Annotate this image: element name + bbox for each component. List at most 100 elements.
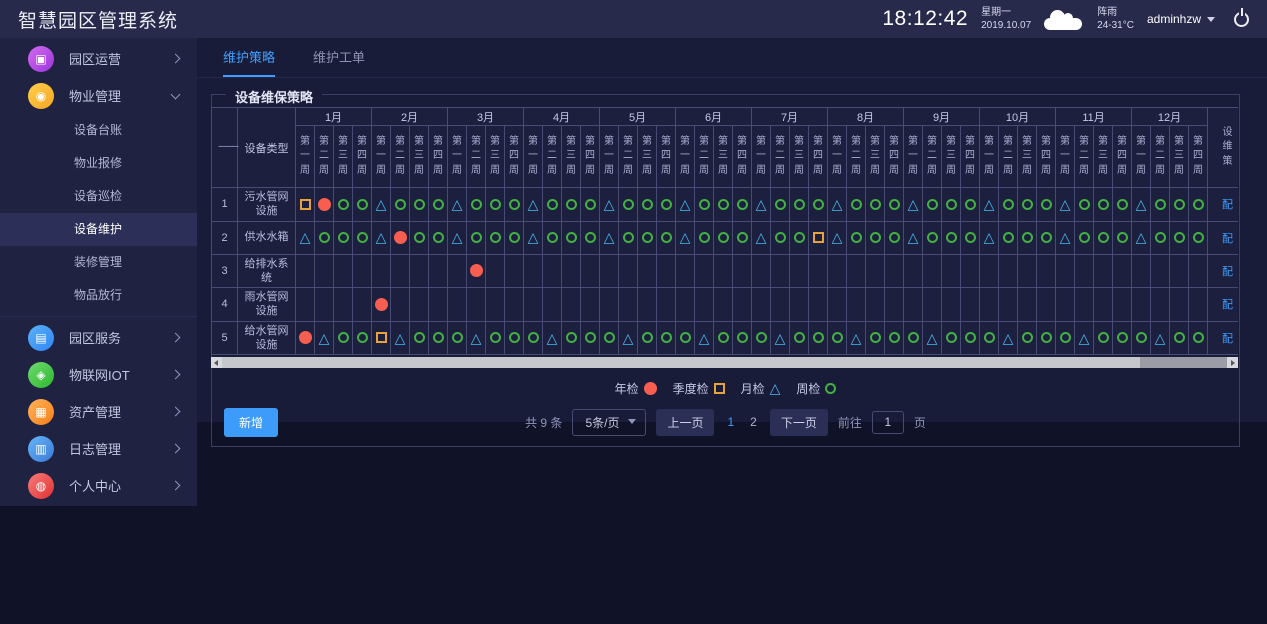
schedule-cell [372, 254, 391, 288]
weekly-check-marker [1174, 232, 1185, 243]
config-link[interactable]: 配 [1208, 321, 1238, 355]
weekly-check-marker [851, 232, 862, 243]
week-header: 第一周 [296, 126, 315, 188]
scroll-right-arrow-icon[interactable] [1227, 357, 1238, 368]
content-panel: 维护策略 维护工单 设备维保策略 ——设备类型1月2月3月4月5月6月7月8月9… [197, 38, 1267, 422]
index-column-header: —— [212, 108, 238, 188]
prev-page-button[interactable]: 上一页 [656, 409, 714, 436]
monthly-check-marker: △ [984, 197, 995, 211]
weekly-check-marker [452, 332, 463, 343]
schedule-cell [885, 221, 904, 254]
week-header: 第四周 [353, 126, 372, 188]
sidebar-item-item-release[interactable]: 物品放行 [0, 279, 197, 312]
horizontal-scrollbar[interactable] [211, 357, 1238, 368]
schedule-cell [942, 221, 961, 254]
schedule-cell [1018, 288, 1037, 322]
weekly-check-marker [642, 332, 653, 343]
weekly-check-marker [946, 199, 957, 210]
schedule-cell [581, 321, 600, 355]
weekly-check-marker [889, 232, 900, 243]
sidebar-item-asset-mgmt[interactable]: ▦ 资产管理 [0, 393, 197, 430]
config-link[interactable]: 配 [1208, 254, 1238, 288]
schedule-cell [391, 221, 410, 254]
schedule-cell [733, 221, 752, 254]
total-count: 共 9 条 [525, 414, 562, 431]
monthly-check-marker: △ [300, 230, 311, 244]
tab-maintenance-strategy[interactable]: 维护策略 [223, 47, 275, 77]
schedule-cell [1056, 321, 1075, 355]
month-header: 1月 [296, 108, 372, 126]
schedule-cell [1113, 188, 1132, 222]
schedule-cell [657, 254, 676, 288]
schedule-cell [505, 221, 524, 254]
config-link[interactable]: 配 [1208, 288, 1238, 322]
schedule-cell [714, 221, 733, 254]
schedule-cell [1075, 221, 1094, 254]
next-page-button[interactable]: 下一页 [770, 409, 828, 436]
weekly-check-marker [642, 232, 653, 243]
sidebar-item-device-maintenance[interactable]: 设备维护 [0, 213, 197, 246]
page-number-2[interactable]: 2 [747, 411, 760, 433]
sidebar-item-property-mgmt[interactable]: ◉ 物业管理 [0, 77, 197, 114]
schedule-cell: △ [524, 221, 543, 254]
park-service-icon: ▤ [28, 325, 54, 351]
sidebar-item-park-service[interactable]: ▤ 园区服务 [0, 319, 197, 356]
schedule-cell [1170, 254, 1189, 288]
weekly-check-marker [718, 332, 729, 343]
goto-page-input[interactable] [872, 411, 904, 434]
username: adminhzw [1147, 12, 1201, 26]
user-menu[interactable]: adminhzw [1147, 12, 1215, 26]
quarterly-check-icon [714, 383, 725, 394]
weekly-check-marker [965, 232, 976, 243]
config-link[interactable]: 配 [1208, 188, 1238, 222]
sidebar-item-park-operation[interactable]: ▣ 园区运营 [0, 40, 197, 77]
scroll-left-arrow-icon[interactable] [211, 357, 222, 368]
weekly-check-marker [794, 199, 805, 210]
month-header: 11月 [1056, 108, 1132, 126]
schedule-cell [429, 254, 448, 288]
schedule-cell [942, 288, 961, 322]
schedule-cell [1094, 188, 1113, 222]
sidebar-item-personal-center[interactable]: ◍ 个人中心 [0, 467, 197, 504]
schedule-cell: △ [600, 221, 619, 254]
schedule-cell [296, 188, 315, 222]
table-row: 2供水水箱△△△△△△△△△△△△配 [212, 221, 1239, 254]
annual-check-marker [375, 298, 388, 311]
schedule-cell [847, 188, 866, 222]
add-button[interactable]: 新增 [224, 408, 278, 437]
schedule-cell [638, 188, 657, 222]
schedule-cell [1094, 288, 1113, 322]
schedule-cell [486, 221, 505, 254]
page-size-select[interactable]: 5条/页 [572, 409, 646, 436]
scrollbar-thumb[interactable] [222, 357, 1140, 368]
schedule-cell [980, 288, 999, 322]
monthly-check-marker: △ [908, 230, 919, 244]
chevron-right-icon [171, 54, 181, 64]
tab-maintenance-workorder[interactable]: 维护工单 [313, 47, 365, 77]
sidebar-item-device-ledger[interactable]: 设备台账 [0, 114, 197, 147]
schedule-cell [1075, 254, 1094, 288]
config-column-header: 设维策 [1208, 108, 1238, 188]
schedule-cell [315, 288, 334, 322]
schedule-cell [961, 188, 980, 222]
schedule-cell [448, 288, 467, 322]
sidebar-item-renovation-mgmt[interactable]: 装修管理 [0, 246, 197, 279]
sidebar-item-device-inspection[interactable]: 设备巡检 [0, 180, 197, 213]
weekly-check-marker [737, 232, 748, 243]
week-header: 第三周 [790, 126, 809, 188]
weekly-check-marker [1098, 199, 1109, 210]
device-type-cell: 给排水系统 [238, 254, 296, 288]
monthly-check-marker: △ [699, 331, 710, 345]
week-header: 第三周 [334, 126, 353, 188]
week-header: 第一周 [448, 126, 467, 188]
schedule-cell [486, 254, 505, 288]
weekly-check-marker [813, 332, 824, 343]
sidebar-item-log-mgmt[interactable]: ▥ 日志管理 [0, 430, 197, 467]
schedule-cell [1094, 321, 1113, 355]
config-link[interactable]: 配 [1208, 221, 1238, 254]
sidebar-item-repair-report[interactable]: 物业报修 [0, 147, 197, 180]
power-logout-icon[interactable] [1234, 12, 1249, 27]
weekly-check-marker [1193, 332, 1204, 343]
sidebar-item-iot[interactable]: ◈ 物联网IOT [0, 356, 197, 393]
page-number-1[interactable]: 1 [724, 411, 737, 433]
